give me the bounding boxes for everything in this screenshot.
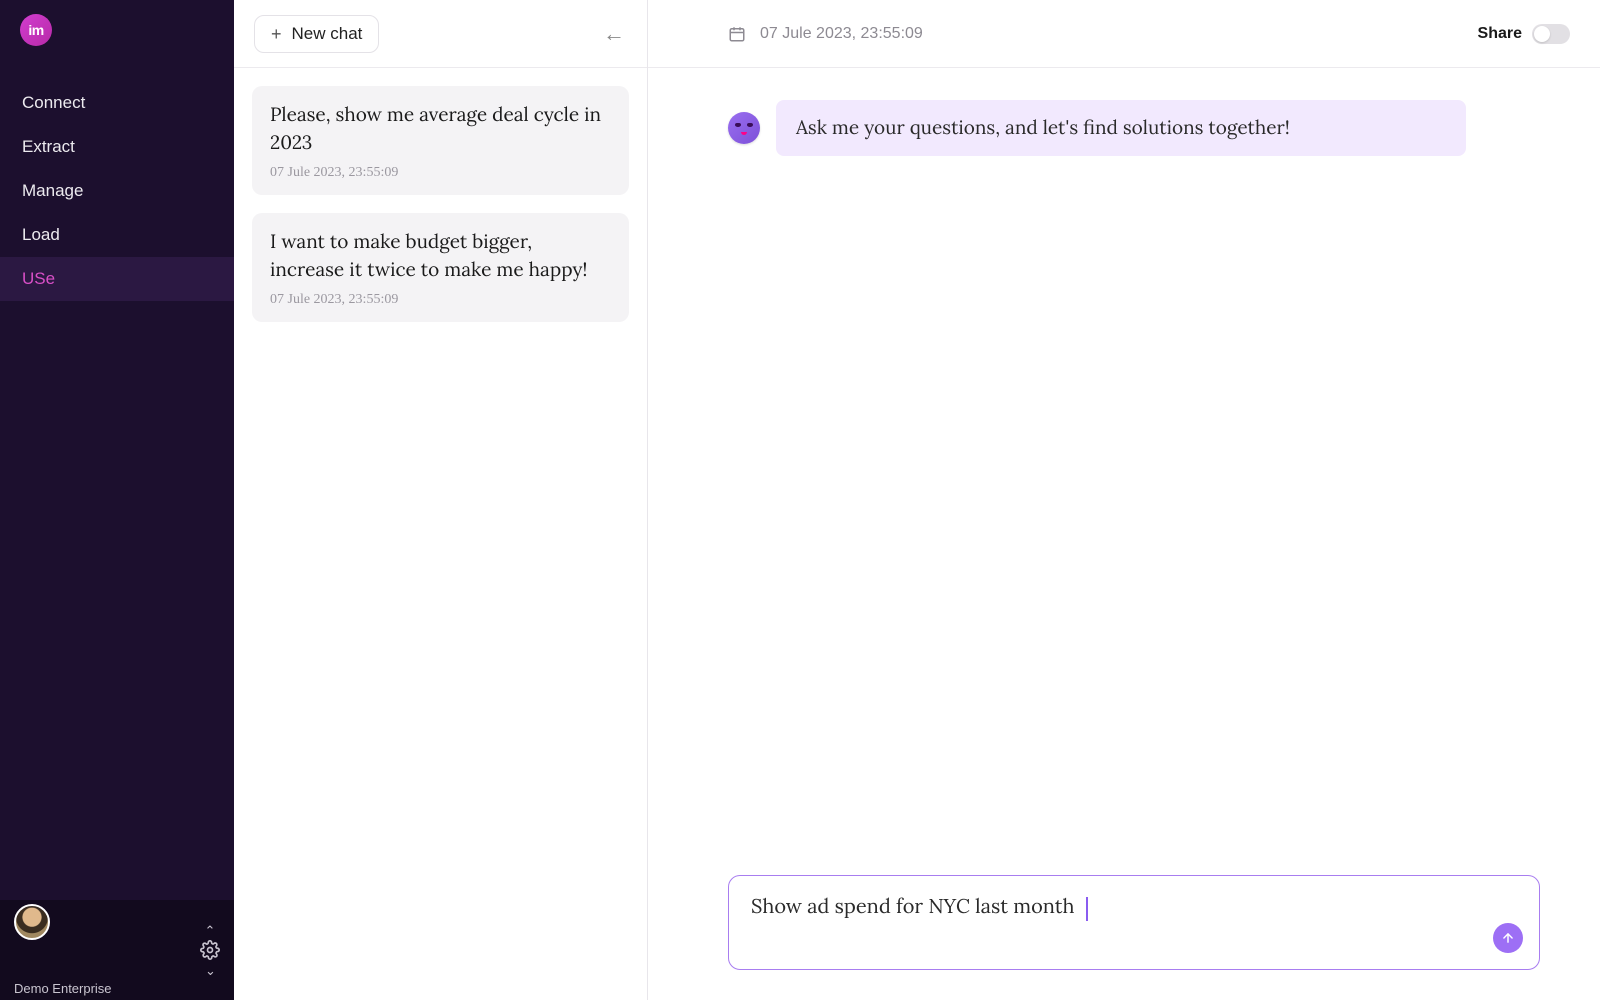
message-input-area: Show ad spend for NYC last month	[728, 875, 1540, 970]
sidebar: im Connect Extract Manage Load USe Demo …	[0, 0, 234, 1000]
chat-list-panel: + New chat ← Please, show me average dea…	[234, 0, 648, 1000]
chat-list-item[interactable]: I want to make budget bigger, increase i…	[252, 213, 629, 322]
share-label: Share	[1478, 25, 1522, 43]
header-date-group: 07 Jule 2023, 23:55:09	[728, 25, 923, 43]
app-root: im Connect Extract Manage Load USe Demo …	[0, 0, 1600, 1000]
chat-list-item[interactable]: Please, show me average deal cycle in 20…	[252, 86, 629, 195]
gear-icon[interactable]	[200, 940, 220, 960]
message-input-text: Show ad spend for NYC last month	[751, 894, 1074, 919]
share-toggle[interactable]	[1532, 24, 1570, 44]
collapse-arrow-icon[interactable]: ←	[599, 17, 629, 51]
chat-list-header: + New chat ←	[234, 0, 647, 68]
assistant-message-bubble: Ask me your questions, and let's find so…	[776, 100, 1466, 156]
message-input[interactable]: Show ad spend for NYC last month	[728, 875, 1540, 970]
sidebar-item-use[interactable]: USe	[0, 257, 234, 301]
footer-controls: ⌃ ⌃	[200, 928, 220, 973]
text-cursor	[1086, 897, 1088, 921]
toggle-knob	[1534, 26, 1550, 42]
app-logo[interactable]: im	[20, 14, 52, 46]
user-avatar[interactable]	[14, 904, 50, 940]
send-button[interactable]	[1493, 923, 1523, 953]
assistant-avatar-icon	[728, 112, 760, 144]
chat-main: 07 Jule 2023, 23:55:09 Share Ask me your…	[648, 0, 1600, 1000]
sidebar-footer: Demo Enterprise ⌃ ⌃	[0, 900, 234, 1000]
chat-timestamp: 07 Jule 2023, 23:55:09	[270, 165, 611, 181]
chat-main-header: 07 Jule 2023, 23:55:09 Share	[648, 0, 1600, 68]
header-right: Share	[1478, 24, 1570, 44]
sidebar-item-manage[interactable]: Manage	[0, 169, 234, 213]
sidebar-item-extract[interactable]: Extract	[0, 125, 234, 169]
assistant-message-row: Ask me your questions, and let's find so…	[728, 100, 1540, 156]
chevron-down-icon[interactable]: ⌃	[205, 966, 216, 973]
chat-timestamp: 07 Jule 2023, 23:55:09	[270, 292, 611, 308]
account-name: Demo Enterprise	[14, 981, 112, 996]
new-chat-label: New chat	[292, 24, 363, 44]
plus-icon: +	[271, 25, 282, 43]
chat-title: I want to make budget bigger, increase i…	[270, 229, 611, 284]
chat-title: Please, show me average deal cycle in 20…	[270, 102, 611, 157]
chevron-updown-icon[interactable]: ⌃	[205, 928, 216, 935]
sidebar-nav: Connect Extract Manage Load USe	[0, 81, 234, 900]
sidebar-item-load[interactable]: Load	[0, 213, 234, 257]
chat-list-body: Please, show me average deal cycle in 20…	[234, 68, 647, 340]
logo-text: im	[28, 22, 43, 38]
new-chat-button[interactable]: + New chat	[254, 15, 379, 53]
sidebar-item-connect[interactable]: Connect	[0, 81, 234, 125]
calendar-icon	[728, 25, 746, 43]
chat-body: Ask me your questions, and let's find so…	[648, 68, 1600, 1000]
arrow-up-icon	[1501, 931, 1515, 945]
logo-wrap: im	[0, 0, 234, 56]
header-date: 07 Jule 2023, 23:55:09	[760, 25, 923, 43]
